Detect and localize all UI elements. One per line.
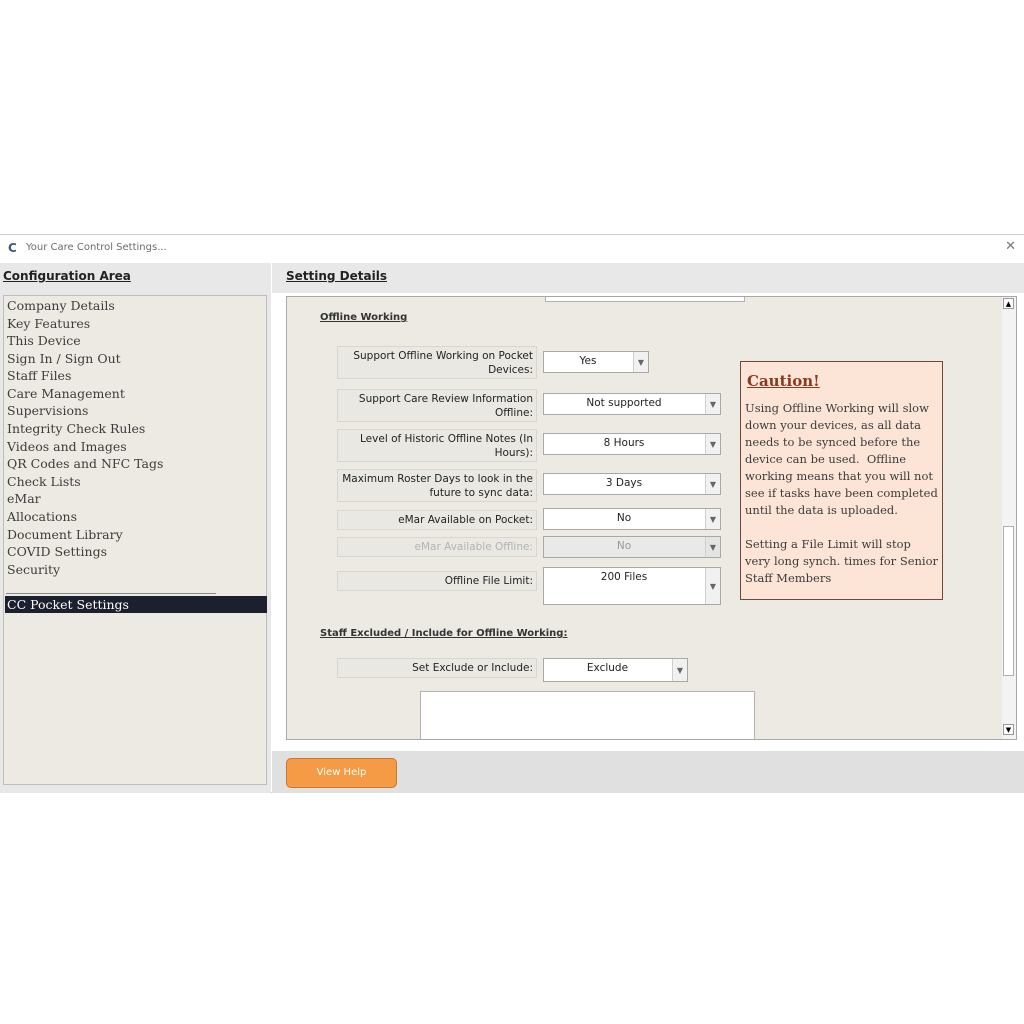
title-bar: C Your Care Control Settings... ✕	[0, 235, 1024, 262]
scroll-thumb[interactable]	[1003, 526, 1014, 676]
config-item-staff-files[interactable]: Staff Files	[5, 367, 267, 384]
config-item-videos-images[interactable]: Videos and Images	[5, 438, 267, 455]
view-help-button[interactable]: View Help	[286, 758, 397, 788]
footer-bar: View Help	[272, 751, 1024, 793]
chevron-down-icon[interactable]: ▼	[705, 568, 720, 604]
configuration-list[interactable]: Company Details Key Features This Device…	[3, 295, 267, 785]
config-item-emar[interactable]: eMar	[5, 490, 267, 507]
chevron-down-icon[interactable]: ▼	[705, 474, 720, 494]
config-item-care-management[interactable]: Care Management	[5, 385, 267, 402]
roster-days-select[interactable]: 3 Days ▼	[543, 473, 721, 495]
config-item-qr-nfc[interactable]: QR Codes and NFC Tags	[5, 455, 267, 472]
offline-working-heading: Offline Working	[320, 312, 408, 323]
chevron-down-icon[interactable]: ▼	[633, 352, 648, 372]
historic-notes-label: Level of Historic Offline Notes (In Hour…	[337, 429, 537, 462]
emar-pocket-select[interactable]: No ▼	[543, 508, 721, 530]
config-item-cc-pocket-settings[interactable]: CC Pocket Settings	[5, 596, 267, 613]
list-divider	[6, 593, 216, 594]
settings-panel: Offline Working Support Offline Working …	[286, 296, 1017, 740]
settings-window: C Your Care Control Settings... ✕ Config…	[0, 234, 1024, 793]
support-offline-label: Support Offline Working on Pocket Device…	[337, 346, 537, 379]
config-item-document-library[interactable]: Document Library	[5, 526, 267, 543]
exclude-include-label: Set Exclude or Include:	[337, 658, 537, 678]
emar-pocket-value: No	[616, 512, 632, 524]
roster-days-value: 3 Days	[605, 477, 643, 489]
file-limit-select[interactable]: 200 Files ▼	[543, 567, 721, 605]
config-item-this-device[interactable]: This Device	[5, 332, 267, 349]
staff-exclude-heading: Staff Excluded / Include for Offline Wor…	[320, 628, 568, 639]
historic-notes-select[interactable]: 8 Hours ▼	[543, 433, 721, 455]
chevron-down-icon[interactable]: ▼	[705, 509, 720, 529]
caution-box: Caution! Using Offline Working will slow…	[740, 361, 943, 600]
emar-offline-select: No ▼	[543, 536, 721, 558]
file-limit-label: Offline File Limit:	[337, 571, 537, 591]
configuration-pane: Configuration Area Company Details Key F…	[0, 263, 271, 793]
config-item-allocations[interactable]: Allocations	[5, 508, 267, 525]
arrow-down-icon[interactable]: ▼	[1003, 724, 1014, 735]
close-button[interactable]: ✕	[1005, 239, 1016, 254]
care-review-value: Not supported	[586, 397, 662, 409]
config-item-check-lists[interactable]: Check Lists	[5, 473, 267, 490]
config-item-supervisions[interactable]: Supervisions	[5, 402, 267, 419]
setting-details-title: Setting Details	[286, 269, 387, 283]
chevron-down-icon: ▼	[705, 537, 720, 557]
config-item-company-details[interactable]: Company Details	[5, 297, 267, 314]
chevron-down-icon[interactable]: ▼	[672, 659, 687, 681]
config-item-covid-settings[interactable]: COVID Settings	[5, 543, 267, 560]
arrow-up-icon[interactable]: ▲	[1003, 298, 1014, 309]
app-logo-icon: C	[8, 241, 17, 255]
caution-text: Using Offline Working will slow down you…	[745, 401, 939, 585]
historic-notes-value: 8 Hours	[603, 437, 645, 449]
emar-pocket-label: eMar Available on Pocket:	[337, 510, 537, 530]
file-limit-value: 200 Files	[600, 571, 648, 583]
exclude-include-select[interactable]: Exclude ▼	[543, 658, 688, 682]
config-item-security[interactable]: Security	[5, 561, 267, 578]
config-item-key-features[interactable]: Key Features	[5, 315, 267, 332]
exclude-include-value: Exclude	[586, 662, 629, 674]
config-item-integrity-check-rules[interactable]: Integrity Check Rules	[5, 420, 267, 437]
staff-list-box[interactable]	[420, 691, 755, 739]
roster-days-label: Maximum Roster Days to look in the futur…	[337, 469, 537, 502]
window-title: Your Care Control Settings...	[26, 242, 167, 253]
config-item-sign-in-out[interactable]: Sign In / Sign Out	[5, 350, 267, 367]
chevron-down-icon[interactable]: ▼	[705, 434, 720, 454]
care-review-label: Support Care Review Information Offline:	[337, 389, 537, 422]
caution-title: Caution!	[747, 372, 820, 390]
setting-details-header: Setting Details	[272, 263, 1024, 293]
vertical-scrollbar[interactable]: ▲ ▼	[1002, 297, 1016, 739]
support-offline-select[interactable]: Yes ▼	[543, 351, 649, 373]
emar-offline-value: No	[616, 540, 632, 552]
emar-offline-label: eMar Available Offline:	[337, 537, 537, 557]
configuration-area-title: Configuration Area	[3, 269, 131, 283]
care-review-select[interactable]: Not supported ▼	[543, 393, 721, 415]
partial-field	[545, 297, 745, 302]
chevron-down-icon[interactable]: ▼	[705, 394, 720, 414]
